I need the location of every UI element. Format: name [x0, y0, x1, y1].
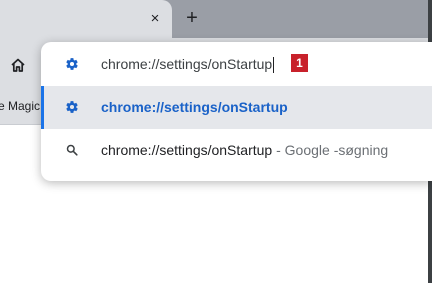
omnibox[interactable]: chrome://settings/onStartup 1: [41, 42, 432, 86]
omnibox-dropdown: chrome://settings/onStartup 1 chrome://s…: [41, 42, 432, 181]
bookmark-item[interactable]: e Magic: [0, 99, 40, 113]
gear-icon: [63, 55, 81, 73]
close-tab-icon[interactable]: ×: [145, 8, 165, 28]
suggestion-suffix: Google -søgning: [284, 142, 389, 158]
suggestion-item[interactable]: chrome://settings/onStartup: [41, 86, 432, 129]
step-marker-badge: 1: [291, 54, 308, 72]
suggestion-label: chrome://settings/onStartup: [101, 99, 288, 115]
suggestion-label: chrome://settings/onStartup - Google -sø…: [101, 142, 389, 158]
search-icon: [63, 141, 81, 159]
suggestion-item[interactable]: chrome://settings/onStartup - Google -sø…: [41, 129, 432, 172]
new-tab-button[interactable]: +: [181, 7, 203, 29]
active-tab[interactable]: ×: [0, 0, 172, 38]
home-icon[interactable]: [6, 53, 30, 77]
gear-icon: [63, 98, 81, 116]
suggestion-separator: -: [272, 142, 285, 158]
omnibox-input[interactable]: chrome://settings/onStartup: [101, 55, 275, 74]
tab-strip: × +: [0, 0, 432, 38]
text-caret: [273, 57, 275, 74]
selection-indicator: [41, 86, 44, 129]
